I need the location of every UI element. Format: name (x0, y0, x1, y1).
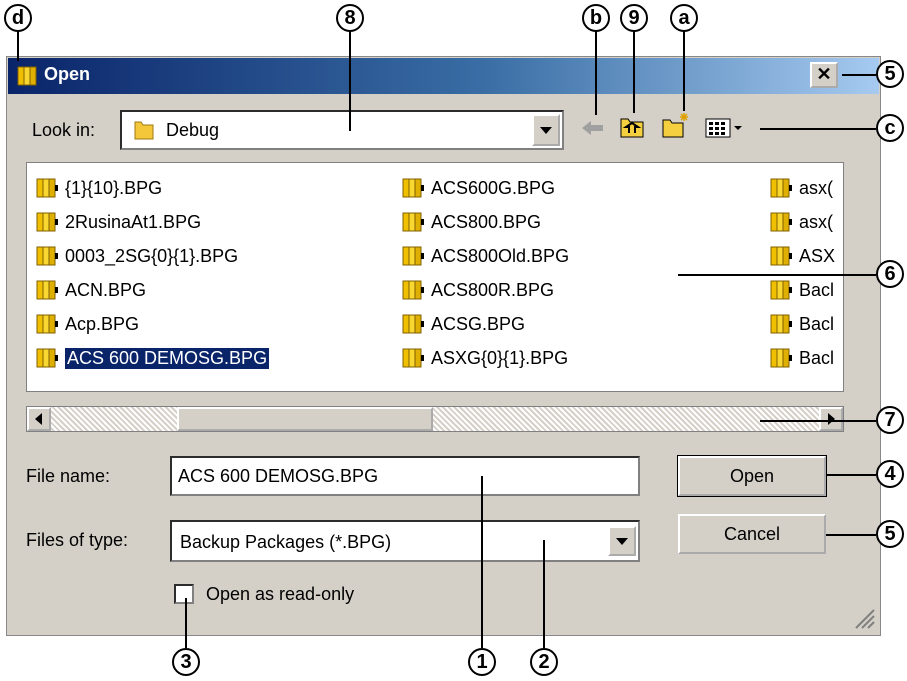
resize-grip-icon[interactable] (850, 604, 876, 630)
callout-line (678, 274, 876, 276)
look-in-combo[interactable]: Debug (120, 110, 564, 150)
callout-d: d (4, 4, 32, 32)
file-item[interactable]: 2RusinaAt1.BPG (35, 209, 201, 235)
file-name-label: File name: (26, 466, 111, 486)
package-icon (401, 177, 427, 199)
file-item[interactable]: ASXG{0}{1}.BPG (401, 345, 568, 371)
callout-line (349, 31, 351, 131)
callout-line (17, 31, 19, 61)
package-icon (401, 313, 427, 335)
chevron-down-icon (540, 127, 552, 134)
package-icon (769, 313, 795, 335)
package-icon (401, 347, 427, 369)
callout-8: 8 (336, 4, 364, 32)
callout-line (683, 31, 685, 111)
package-icon (35, 347, 61, 369)
files-of-type-label: Files of type: (26, 530, 129, 550)
files-of-type-value: Backup Packages (*.BPG) (180, 532, 392, 552)
package-icon (401, 279, 427, 301)
arrow-right-icon (828, 413, 835, 425)
arrow-left-icon (35, 413, 42, 425)
look-in-label: Look in: (32, 120, 96, 140)
package-icon (17, 66, 37, 86)
callout-6: 6 (876, 260, 904, 288)
package-icon (401, 211, 427, 233)
dialog-title: Open (44, 64, 91, 84)
title-bar[interactable]: Open (8, 58, 879, 94)
file-item-selected[interactable]: ACS 600 DEMOSG.BPG (35, 345, 270, 371)
callout-a: a (670, 4, 698, 32)
horizontal-scrollbar[interactable] (26, 406, 844, 432)
callout-5-bottom: 5 (876, 520, 904, 548)
package-icon (769, 245, 795, 267)
callout-line (481, 476, 483, 648)
look-in-dropdown-button[interactable] (532, 114, 560, 146)
package-icon (769, 279, 795, 301)
file-item[interactable]: {1}{10}.BPG (35, 175, 162, 201)
package-icon (769, 177, 795, 199)
callout-3: 3 (172, 648, 200, 676)
file-item[interactable]: Bacl (769, 277, 834, 303)
package-icon (769, 211, 795, 233)
callout-9: 9 (620, 4, 648, 32)
package-icon (35, 245, 61, 267)
callout-line (595, 31, 597, 115)
callout-1: 1 (468, 648, 496, 676)
callout-line (826, 534, 876, 536)
package-icon (35, 313, 61, 335)
callout-2: 2 (530, 648, 558, 676)
close-button[interactable]: ✕ (810, 62, 838, 88)
back-arrow-icon[interactable] (580, 118, 606, 138)
file-item[interactable]: asx( (769, 209, 833, 235)
file-item[interactable]: ACS600G.BPG (401, 175, 555, 201)
cancel-button[interactable]: Cancel (678, 514, 826, 554)
scroll-left-button[interactable] (27, 407, 51, 431)
file-item[interactable]: ACS800Old.BPG (401, 243, 569, 269)
package-icon (769, 347, 795, 369)
folder-icon (134, 121, 154, 140)
file-item[interactable]: ACS800.BPG (401, 209, 541, 235)
callout-line (760, 128, 876, 130)
file-item[interactable]: ACN.BPG (35, 277, 146, 303)
file-item[interactable]: 0003_2SG{0}{1}.BPG (35, 243, 238, 269)
package-icon (35, 177, 61, 199)
read-only-label: Open as read-only (206, 584, 355, 604)
callout-c: c (876, 114, 904, 142)
files-of-type-dropdown-button[interactable] (608, 526, 636, 556)
callout-line (826, 474, 876, 476)
file-item[interactable]: Bacl (769, 311, 834, 337)
package-icon (401, 245, 427, 267)
file-list[interactable]: {1}{10}.BPG 2RusinaAt1.BPG 0003_2SG{0}{1… (26, 162, 844, 392)
callout-4: 4 (876, 460, 904, 488)
callout-b: b (582, 4, 610, 32)
callout-line (633, 31, 635, 113)
package-icon (35, 279, 61, 301)
open-button[interactable]: Open (677, 455, 827, 497)
callout-5-top: 5 (876, 60, 904, 88)
callout-line (842, 74, 876, 76)
callout-line (185, 598, 187, 648)
up-folder-icon[interactable] (618, 114, 646, 140)
package-icon (35, 211, 61, 233)
callout-7: 7 (876, 406, 904, 434)
scroll-right-button[interactable] (819, 407, 843, 431)
file-name-field[interactable]: ACS 600 DEMOSG.BPG (170, 456, 640, 496)
view-menu-icon[interactable] (704, 116, 746, 140)
chevron-down-icon (616, 538, 628, 545)
file-item[interactable]: Bacl (769, 345, 834, 371)
file-item[interactable]: Acp.BPG (35, 311, 139, 337)
callout-line (543, 540, 545, 648)
close-icon: ✕ (816, 64, 832, 84)
look-in-value: Debug (166, 120, 220, 140)
file-item[interactable]: ACSG.BPG (401, 311, 525, 337)
files-of-type-combo[interactable]: Backup Packages (*.BPG) (170, 520, 640, 562)
file-item[interactable]: ACS800R.BPG (401, 277, 554, 303)
file-item[interactable]: ASX (769, 243, 835, 269)
new-folder-icon[interactable] (660, 110, 692, 140)
callout-line (760, 420, 876, 422)
scroll-thumb[interactable] (177, 407, 433, 431)
file-name-value: ACS 600 DEMOSG.BPG (178, 466, 379, 486)
read-only-checkbox[interactable] (174, 584, 194, 604)
file-item[interactable]: asx( (769, 175, 833, 201)
